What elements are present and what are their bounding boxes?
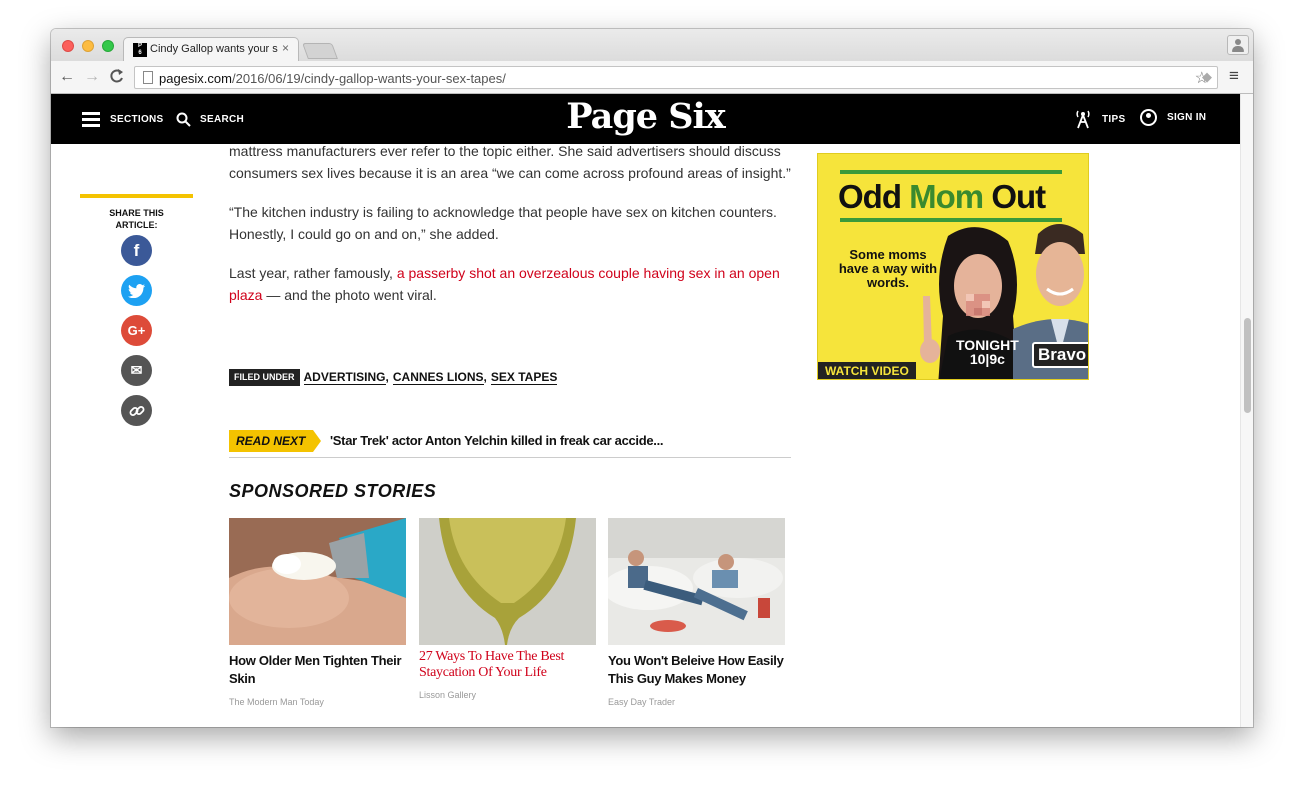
link-icon[interactable]: [121, 395, 152, 426]
ad-title: Odd Mom Out: [838, 178, 1046, 215]
odd-mom-out-advertisement[interactable]: Odd Mom Out Some moms have a way with wo…: [817, 153, 1089, 380]
article-paragraph: mattress manufacturers ever refer to the…: [229, 143, 791, 181]
story-source: The Modern Man Today: [229, 697, 324, 707]
story-title[interactable]: You Won't Beleive How Easily This Guy Ma…: [608, 652, 785, 688]
story-title[interactable]: 27 Ways To Have The Best Staycation Of Y…: [419, 649, 596, 681]
site-header: SECTIONS SEARCH Page Six TIPS SIGN IN: [51, 94, 1240, 144]
sign-in-label: SIGN IN: [1167, 112, 1207, 123]
twitter-icon[interactable]: [121, 275, 152, 306]
read-next[interactable]: READ NEXT 'Star Trek' actor Anton Yelchi…: [229, 430, 791, 458]
share-panel: SHARE THIS ARTICLE: f G+ ✉: [80, 194, 193, 426]
sponsored-story[interactable]: 27 Ways To Have The Best Staycation Of Y…: [419, 518, 596, 706]
share-label: SHARE THIS ARTICLE:: [109, 208, 164, 230]
new-tab-button[interactable]: [302, 43, 338, 59]
article-body: mattress manufacturers ever refer to the…: [229, 143, 791, 707]
bravo-logo: Bravo: [1032, 342, 1088, 368]
read-next-title[interactable]: 'Star Trek' actor Anton Yelchin killed i…: [330, 430, 664, 452]
article-paragraph: “The kitchen industry is failing to ackn…: [229, 204, 777, 242]
story-image[interactable]: [229, 518, 406, 645]
scrollbar-thumb[interactable]: [1244, 318, 1251, 413]
zoom-window-button[interactable]: [102, 40, 114, 52]
tag-cannes-lions[interactable]: CANNES LIONS: [392, 370, 484, 385]
browser-toolbar: ← → pagesix.com/2016/06/19/cindy-gallop-…: [51, 61, 1253, 94]
tips-label: TIPS: [1102, 113, 1126, 125]
story-title[interactable]: How Older Men Tighten Their Skin: [229, 652, 406, 688]
tab-title: Cindy Gallop wants your se: [150, 43, 278, 55]
facebook-icon[interactable]: f: [121, 235, 152, 266]
page-viewport: SECTIONS SEARCH Page Six TIPS SIGN IN SH…: [51, 94, 1253, 727]
dropbox-icon[interactable]: ◆: [1202, 69, 1212, 85]
story-image[interactable]: [419, 518, 596, 645]
tips-button[interactable]: TIPS: [1074, 109, 1125, 129]
watch-video-button[interactable]: WATCH VIDEO: [818, 362, 916, 379]
back-icon[interactable]: ←: [59, 68, 75, 86]
email-icon[interactable]: ✉: [121, 355, 152, 386]
story-source: Lisson Gallery: [419, 690, 477, 700]
page-scrollbar[interactable]: [1240, 94, 1253, 727]
address-bar[interactable]: pagesix.com/2016/06/19/cindy-gallop-want…: [134, 66, 1218, 89]
page-six-logo[interactable]: Page Six: [51, 96, 1240, 137]
antenna-icon: [1076, 110, 1090, 129]
ad-rule: [840, 170, 1062, 174]
story-image[interactable]: [608, 518, 785, 645]
sign-in-button[interactable]: SIGN IN: [1140, 109, 1206, 126]
read-next-badge: READ NEXT: [229, 430, 321, 452]
sponsored-story[interactable]: How Older Men Tighten Their Skin The Mod…: [229, 518, 406, 713]
sponsored-stories-heading: SPONSORED STORIES: [229, 481, 437, 501]
forward-icon[interactable]: →: [84, 68, 100, 86]
filed-under-label: FILED UNDER: [229, 368, 300, 386]
chrome-menu-icon[interactable]: ≡: [1229, 66, 1239, 86]
tab-close-icon[interactable]: ×: [282, 41, 289, 55]
user-icon: [1140, 109, 1157, 126]
url-text: pagesix.com/2016/06/19/cindy-gallop-want…: [159, 71, 506, 86]
share-accent-bar: [80, 194, 193, 198]
ad-airtime: TONIGHT 10|9c: [956, 337, 1019, 367]
tag-sex-tapes[interactable]: SEX TAPES: [490, 370, 558, 385]
title-bar: P6 Cindy Gallop wants your se ×: [51, 29, 1253, 62]
browser-window: P6 Cindy Gallop wants your se × ← → page…: [51, 29, 1253, 727]
page-icon: [143, 71, 153, 84]
tab-active[interactable]: P6 Cindy Gallop wants your se ×: [123, 37, 299, 62]
close-window-button[interactable]: [62, 40, 74, 52]
google-plus-icon[interactable]: G+: [121, 315, 152, 346]
story-source: Easy Day Trader: [608, 697, 676, 707]
reload-icon[interactable]: [110, 68, 124, 89]
sponsored-story[interactable]: You Won't Beleive How Easily This Guy Ma…: [608, 518, 785, 713]
filed-under: FILED UNDER ADVERTISING, CANNES LIONS, S…: [229, 366, 558, 388]
page-six-favicon-icon: P6: [133, 43, 147, 57]
profile-icon[interactable]: [1227, 35, 1249, 55]
tag-advertising[interactable]: ADVERTISING: [303, 370, 386, 385]
minimize-window-button[interactable]: [82, 40, 94, 52]
article-paragraph: Last year, rather famously, a passerby s…: [229, 265, 780, 303]
